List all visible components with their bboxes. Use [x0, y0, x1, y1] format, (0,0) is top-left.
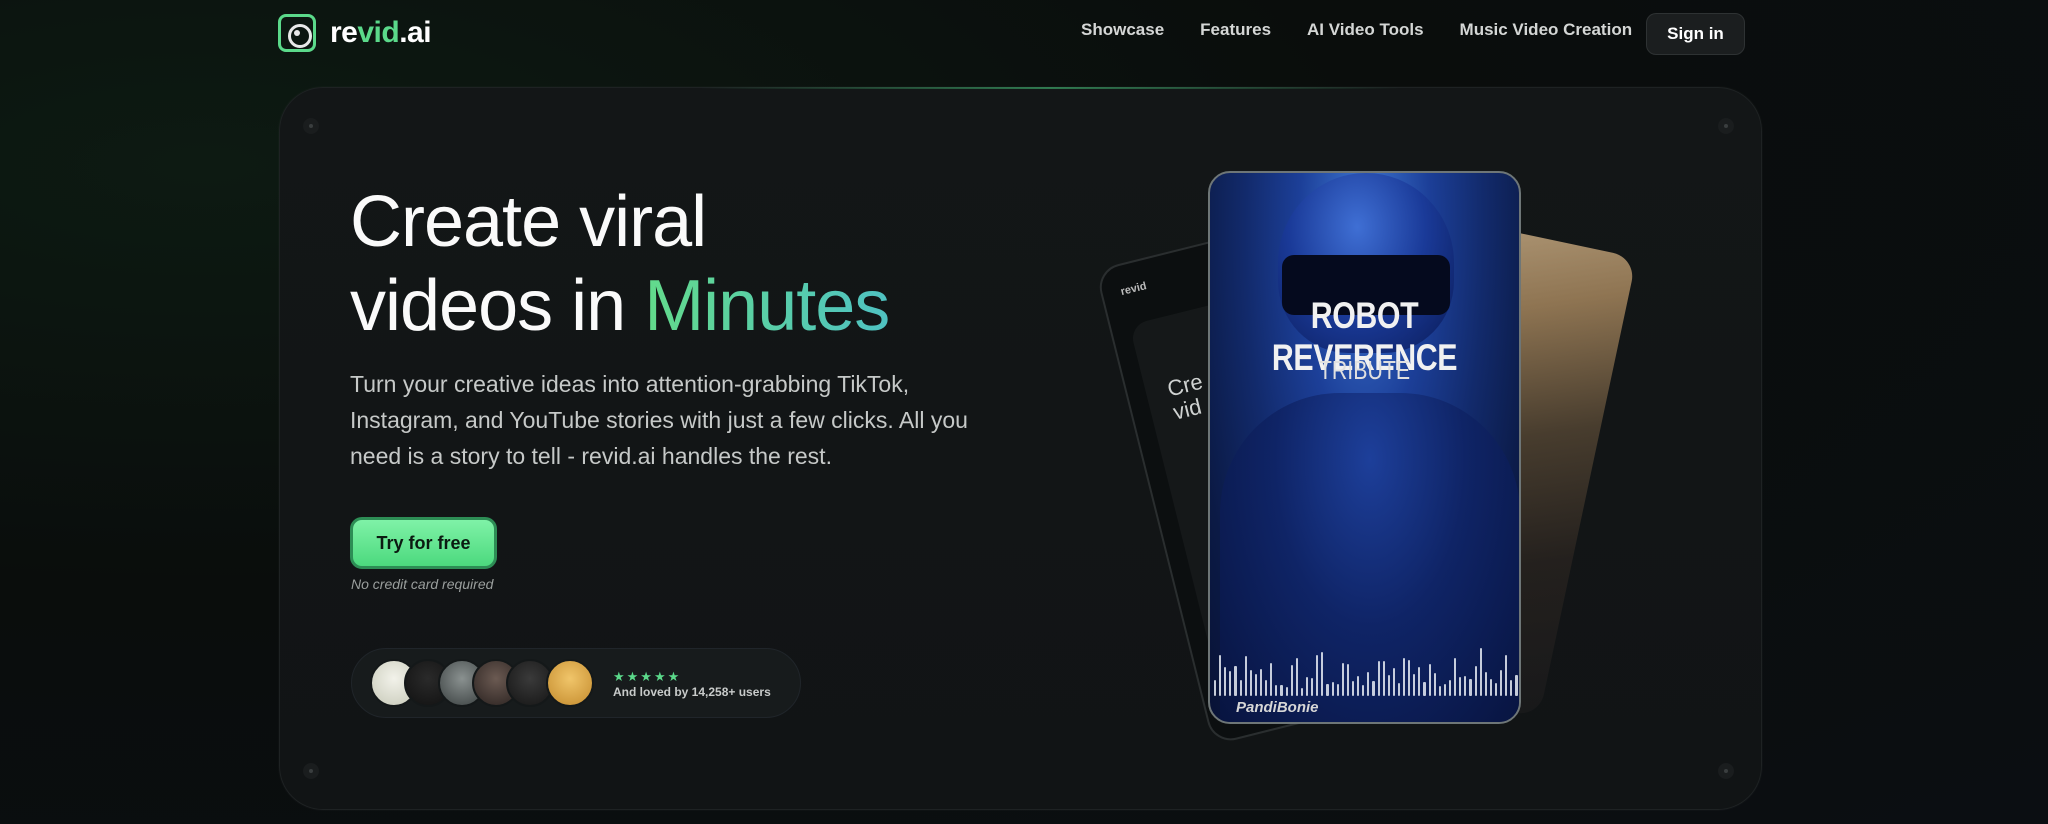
headline-accent: Minutes	[644, 266, 890, 346]
waveform-bar	[1484, 672, 1487, 696]
waveform-bar	[1336, 684, 1339, 696]
waveform-bar	[1515, 675, 1518, 696]
waveform-bar	[1397, 683, 1401, 696]
waveform-bar	[1300, 688, 1303, 696]
waveform-bar	[1372, 681, 1375, 696]
star-rating-icon: ★★★★★	[613, 669, 682, 684]
waveform-bar	[1229, 671, 1232, 696]
try-for-free-button[interactable]: Try for free	[350, 517, 497, 569]
waveform-bar	[1239, 680, 1242, 696]
waveform-bar	[1464, 676, 1467, 696]
corner-dot	[303, 118, 319, 134]
waveform-bar	[1449, 680, 1452, 696]
waveform-bar	[1234, 666, 1237, 696]
logo-text: revid.ai	[330, 16, 432, 49]
waveform-bar	[1270, 663, 1273, 696]
waveform-bar	[1219, 655, 1222, 696]
avatar	[546, 659, 594, 707]
waveform-bar	[1500, 670, 1503, 696]
waveform-bar	[1311, 678, 1314, 696]
waveform-bar	[1346, 664, 1349, 696]
hero-headline: Create viral videos in Minutes	[350, 180, 890, 348]
waveform-bar	[1443, 684, 1447, 696]
revid-logo[interactable]: revid.ai	[278, 14, 432, 52]
waveform-bar	[1392, 668, 1395, 696]
preview-card-front[interactable]: ROBOT REVERENCE TRIBUTE PandiBonie	[1208, 171, 1521, 724]
nav-link-showcase[interactable]: Showcase	[1081, 20, 1164, 40]
nav-links: Showcase Features AI Video Tools Music V…	[1081, 20, 1632, 40]
waveform-bar	[1357, 676, 1360, 696]
nav-link-features[interactable]: Features	[1200, 20, 1271, 40]
corner-dot	[303, 763, 319, 779]
waveform-bar	[1285, 687, 1288, 696]
waveform-bar	[1295, 658, 1298, 696]
waveform-bar	[1489, 679, 1493, 696]
waveform-bar	[1433, 673, 1436, 696]
waveform-bar	[1479, 648, 1482, 696]
waveform-bar	[1377, 661, 1380, 696]
preview-brand: PandiBonie	[1236, 699, 1319, 716]
waveform-bar	[1423, 682, 1426, 696]
waveform-bar	[1382, 661, 1385, 696]
waveform-bar	[1362, 685, 1365, 696]
waveform-bar	[1403, 658, 1406, 696]
headline-line-1: Create viral	[350, 182, 707, 262]
waveform-bar	[1505, 655, 1508, 696]
waveform-bar	[1265, 680, 1268, 696]
waveform-bar	[1249, 670, 1252, 696]
waveform-bar	[1459, 677, 1462, 696]
waveform-bar	[1351, 681, 1355, 696]
waveform-bar	[1367, 672, 1370, 696]
social-proof-text: And loved by 14,258+ users	[613, 685, 771, 699]
nav-link-ai-video-tools[interactable]: AI Video Tools	[1307, 20, 1424, 40]
waveform-bar	[1224, 667, 1227, 696]
waveform-bar	[1316, 655, 1319, 696]
waveform-bar	[1495, 683, 1498, 696]
waveform-bar	[1244, 656, 1247, 696]
waveform-bar	[1474, 666, 1477, 696]
waveform-bar	[1438, 686, 1441, 696]
waveform-bar	[1254, 674, 1257, 696]
headline-line-2: videos in	[350, 266, 626, 346]
waveform-bar	[1510, 680, 1513, 696]
top-nav: revid.ai Showcase Features AI Video Tool…	[0, 0, 2048, 66]
waveform-bar	[1214, 680, 1217, 696]
waveform-bar	[1305, 677, 1309, 696]
waveform-bar	[1408, 660, 1411, 696]
mini-headline: Cre vid	[1164, 368, 1206, 425]
corner-dot	[1718, 763, 1734, 779]
hero-subtitle: Turn your creative ideas into attention-…	[350, 371, 968, 469]
audio-waveform	[1214, 644, 1518, 696]
cta-note: No credit card required	[351, 576, 494, 592]
waveform-bar	[1454, 658, 1457, 696]
waveform-bar	[1341, 663, 1344, 696]
waveform-bar	[1387, 675, 1390, 696]
corner-dot	[1718, 118, 1734, 134]
waveform-bar	[1428, 664, 1431, 696]
logo-icon	[278, 14, 316, 52]
sign-in-button[interactable]: Sign in	[1646, 13, 1745, 55]
waveform-bar	[1418, 667, 1421, 696]
nav-link-music-video-creation[interactable]: Music Video Creation	[1460, 20, 1633, 40]
social-proof: ★★★★★ And loved by 14,258+ users	[351, 648, 801, 718]
waveform-bar	[1290, 665, 1293, 696]
waveform-bar	[1275, 685, 1278, 696]
mini-logo: revid	[1119, 280, 1148, 299]
waveform-bar	[1321, 652, 1324, 696]
waveform-bar	[1259, 669, 1263, 696]
waveform-bar	[1331, 682, 1334, 696]
waveform-bar	[1280, 685, 1283, 696]
waveform-bar	[1413, 674, 1416, 696]
hero-top-glow	[700, 87, 1400, 89]
preview-subtitle: TRIBUTE	[1318, 355, 1411, 385]
waveform-bar	[1469, 679, 1472, 696]
waveform-bar	[1326, 684, 1329, 696]
